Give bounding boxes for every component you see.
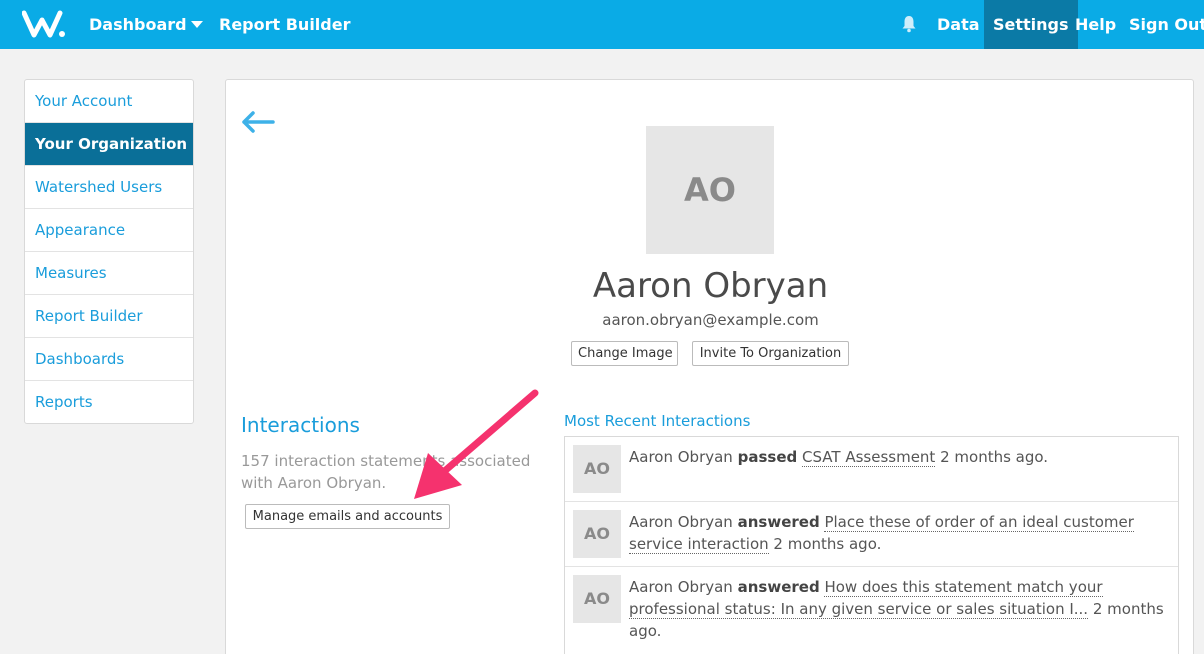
interaction-statement: Aaron Obryan answered Place these of ord… (629, 511, 1169, 555)
nav-data[interactable]: Data (937, 0, 980, 49)
nav-report-builder[interactable]: Report Builder (219, 0, 350, 49)
avatar: AO (573, 510, 621, 558)
timestamp: 2 months ago. (773, 535, 882, 553)
invite-to-organization-button[interactable]: Invite To Organization (692, 341, 849, 366)
verb: answered (737, 578, 820, 596)
timestamp: 2 months ago. (940, 448, 1049, 466)
list-item: AO Aaron Obryan answered Place these of … (565, 502, 1178, 567)
avatar: AO (573, 575, 621, 623)
interactions-heading: Interactions (241, 413, 360, 437)
list-item: AO Aaron Obryan passed CSAT Assessment 2… (565, 437, 1178, 502)
interaction-statement: Aaron Obryan answered How does this stat… (629, 576, 1169, 642)
sidebar-item-appearance[interactable]: Appearance (25, 209, 193, 252)
interactions-description: 157 interaction statements associated wi… (241, 452, 531, 492)
verb: passed (737, 448, 798, 466)
profile-avatar: AO (646, 126, 774, 254)
nav-dashboard[interactable]: Dashboard (89, 0, 187, 49)
watershed-logo-icon[interactable] (22, 10, 70, 38)
sidebar-item-your-account[interactable]: Your Account (25, 80, 193, 123)
sidebar-item-dashboards[interactable]: Dashboards (25, 338, 193, 381)
sidebar-item-report-builder[interactable]: Report Builder (25, 295, 193, 338)
back-arrow-icon[interactable] (240, 110, 276, 134)
recent-interactions-list: AO Aaron Obryan passed CSAT Assessment 2… (564, 436, 1179, 654)
settings-sidebar: Your Account Your Organization Watershed… (24, 79, 194, 424)
nav-sign-out[interactable]: Sign Out (1129, 0, 1204, 49)
profile-email: aaron.obryan@example.com (602, 311, 819, 329)
nav-help[interactable]: Help (1075, 0, 1116, 49)
sidebar-item-measures[interactable]: Measures (25, 252, 193, 295)
recent-interactions-heading: Most Recent Interactions (564, 412, 751, 430)
nav-settings[interactable]: Settings (984, 0, 1078, 49)
sidebar-item-watershed-users[interactable]: Watershed Users (25, 166, 193, 209)
avatar: AO (573, 445, 621, 493)
actor-name: Aaron Obryan (629, 513, 733, 531)
manage-emails-button[interactable]: Manage emails and accounts (245, 504, 450, 529)
actor-name: Aaron Obryan (629, 448, 733, 466)
verb: answered (737, 513, 820, 531)
activity-link[interactable]: CSAT Assessment (802, 448, 936, 467)
bell-icon[interactable] (901, 15, 917, 33)
interaction-statement: Aaron Obryan passed CSAT Assessment 2 mo… (629, 446, 1169, 468)
list-item: AO Aaron Obryan answered How does this s… (565, 567, 1178, 654)
profile-name: Aaron Obryan (592, 266, 829, 306)
actor-name: Aaron Obryan (629, 578, 733, 596)
top-nav-bar: Dashboard Report Builder Data Settings H… (0, 0, 1204, 49)
main-panel: AO Aaron Obryan aaron.obryan@example.com… (225, 79, 1194, 654)
sidebar-item-reports[interactable]: Reports (25, 381, 193, 424)
sidebar-item-your-organization[interactable]: Your Organization (25, 123, 193, 166)
change-image-button[interactable]: Change Image (571, 341, 678, 366)
chevron-down-icon[interactable] (191, 21, 203, 28)
